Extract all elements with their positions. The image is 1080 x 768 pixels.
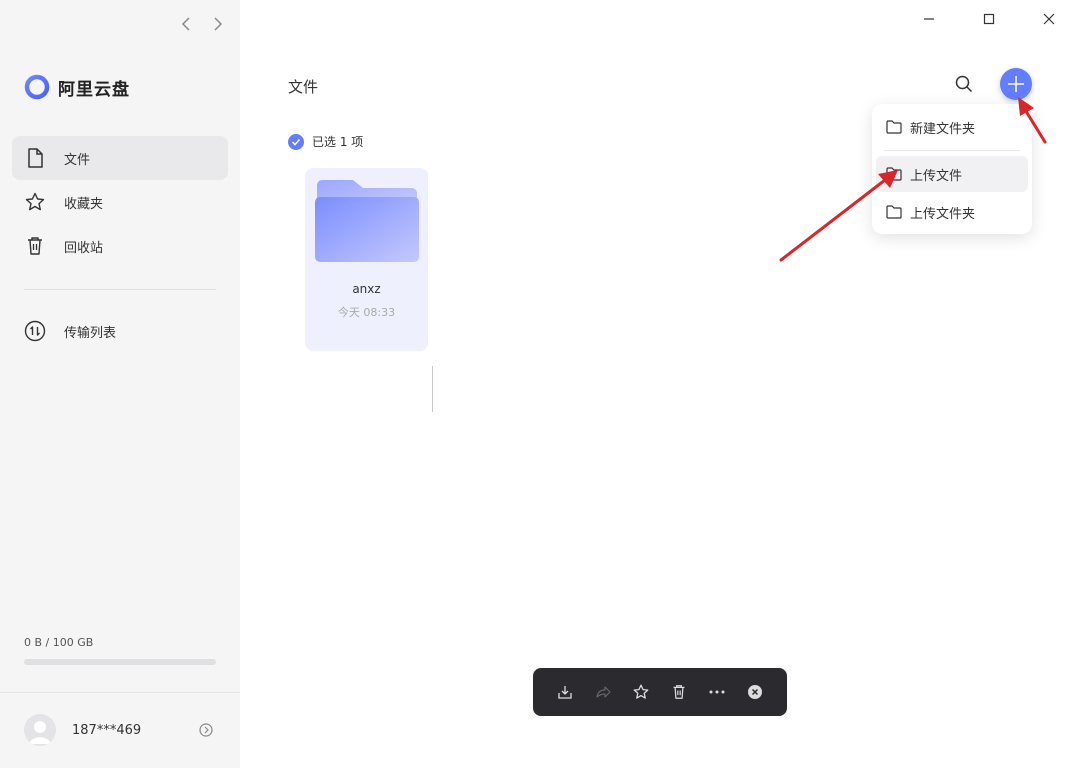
minimize-icon[interactable] <box>912 8 946 30</box>
check-icon <box>291 138 301 146</box>
star-icon <box>24 191 46 213</box>
select-all-checkbox[interactable] <box>288 133 304 150</box>
aliyun-drive-logo-icon <box>24 74 50 100</box>
sidebar: 阿里云盘 文件 收藏夹 回收站 传输列表 0 B / 100 GB 187***… <box>0 0 240 768</box>
forward-arrow-icon[interactable] <box>208 14 228 34</box>
sidebar-menu: 文件 收藏夹 回收站 <box>12 136 228 268</box>
file-name: anxz <box>352 282 381 296</box>
window-controls <box>912 8 1066 30</box>
menu-item-label: 新建文件夹 <box>910 121 976 137</box>
folder-outline-icon <box>886 204 902 220</box>
close-icon[interactable] <box>1032 8 1066 30</box>
share-icon <box>593 682 613 702</box>
sidebar-item-transfer-list[interactable]: 传输列表 <box>12 309 228 353</box>
menu-item-upload-folder[interactable]: 上传文件夹 <box>876 194 1028 230</box>
menu-item-label: 上传文件 <box>910 168 963 184</box>
sidebar-item-label: 文件 <box>64 152 91 168</box>
avatar[interactable] <box>24 714 56 746</box>
plus-icon <box>1008 76 1024 92</box>
file-modified-time: 今天 08:33 <box>337 306 396 319</box>
page-title: 文件 <box>288 78 319 96</box>
menu-item-new-folder[interactable]: 新建文件夹 <box>876 109 1028 145</box>
sidebar-item-label: 传输列表 <box>64 325 117 341</box>
sidebar-item-label: 收藏夹 <box>64 196 104 212</box>
menu-item-upload-file[interactable]: 上传文件 <box>876 156 1028 192</box>
search-icon <box>955 75 973 93</box>
sidebar-divider <box>24 289 216 290</box>
storage-progress-bar <box>24 659 216 665</box>
user-menu-icon[interactable] <box>198 722 214 738</box>
file-icon <box>24 147 46 169</box>
menu-item-label: 上传文件夹 <box>910 206 976 222</box>
add-button[interactable] <box>1000 68 1032 100</box>
file-item-folder[interactable]: anxz 今天 08:33 <box>305 168 428 351</box>
cancel-selection-icon[interactable] <box>745 682 765 702</box>
folder-icon <box>315 180 419 262</box>
selection-text: 已选 1 项 <box>312 135 364 149</box>
nav-arrows <box>176 14 228 34</box>
transfer-icon <box>24 320 46 342</box>
app-name: 阿里云盘 <box>58 79 130 100</box>
download-icon[interactable] <box>555 682 575 702</box>
user-divider <box>0 692 240 693</box>
delete-icon[interactable] <box>669 682 689 702</box>
favorite-star-icon[interactable] <box>631 682 651 702</box>
back-arrow-icon[interactable] <box>176 14 196 34</box>
menu-divider <box>884 150 1020 151</box>
maximize-icon[interactable] <box>972 8 1006 30</box>
drag-cursor-line <box>432 366 433 412</box>
username: 187***469 <box>72 722 142 738</box>
sidebar-item-files[interactable]: 文件 <box>12 136 228 180</box>
more-icon[interactable] <box>707 682 727 702</box>
add-dropdown-menu: 新建文件夹 上传文件 上传文件夹 <box>872 104 1032 234</box>
selection-action-toolbar <box>533 668 787 716</box>
folder-outline-icon <box>886 119 902 135</box>
app-logo: 阿里云盘 <box>24 74 130 100</box>
sidebar-item-label: 回收站 <box>64 240 104 256</box>
sidebar-item-favorites[interactable]: 收藏夹 <box>12 180 228 224</box>
search-button[interactable] <box>952 72 976 96</box>
storage-text: 0 B / 100 GB <box>24 636 94 649</box>
user-profile[interactable]: 187***469 <box>24 714 141 746</box>
folder-outline-icon <box>886 166 902 182</box>
selection-status: 已选 1 项 <box>288 133 363 150</box>
transfer-section: 传输列表 <box>12 309 228 353</box>
sidebar-item-recycle-bin[interactable]: 回收站 <box>12 224 228 268</box>
trash-icon <box>24 235 46 257</box>
